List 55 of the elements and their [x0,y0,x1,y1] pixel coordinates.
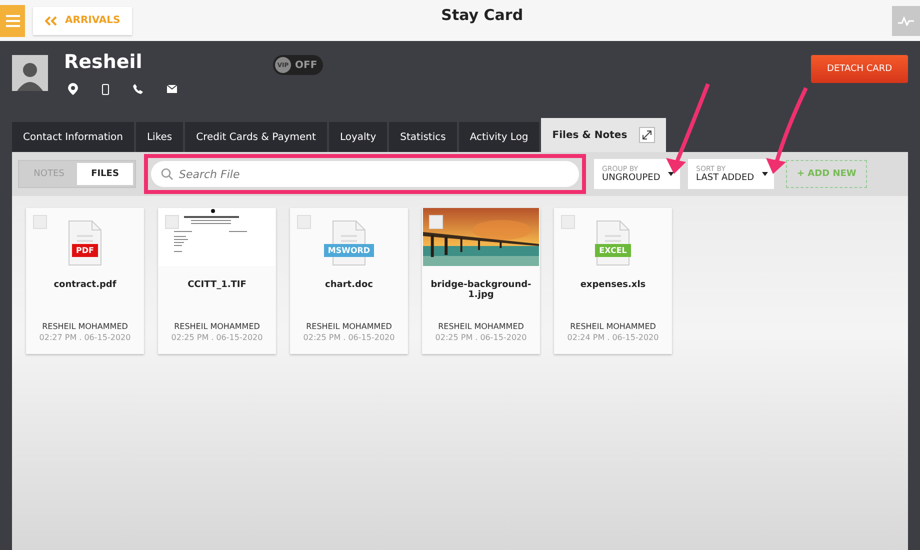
page-title: Stay Card [440,6,524,24]
file-type-badge: MSWORD [324,244,374,257]
file-name: bridge-background-1.jpg [430,280,532,302]
view-toggle-button[interactable]: FILES [77,163,133,185]
tab[interactable]: Contact Information [12,122,134,152]
file-timestamp: 02:24 PM . 06-15-2020 [567,333,659,342]
tab[interactable]: Likes [136,122,184,152]
menu-button[interactable] [0,4,25,36]
checkbox[interactable] [429,215,443,229]
mail-icon[interactable] [167,85,177,93]
checkbox[interactable] [297,215,311,229]
location-pin-icon[interactable] [68,83,78,95]
file-owner: RESHEIL MOHAMMED [306,322,392,331]
checkbox[interactable] [33,215,47,229]
checkbox[interactable] [165,215,179,229]
file-timestamp: 02:25 PM . 06-15-2020 [171,333,263,342]
tab[interactable]: Statistics [389,122,457,152]
file-timestamp: 02:27 PM . 06-15-2020 [39,333,131,342]
mobile-phone-icon[interactable] [102,84,109,94]
double-chevron-icon [45,16,57,26]
activity-button[interactable] [892,6,920,36]
phone-icon[interactable] [133,84,143,94]
file-name: chart.doc [324,280,374,292]
file-timestamp: 02:25 PM . 06-15-2020 [435,333,527,342]
file-owner: RESHEIL MOHAMMED [570,322,656,331]
checkbox[interactable] [561,215,575,229]
guest-name: Resheil [64,51,144,73]
file-name: contract.pdf [52,280,118,292]
detach-card-button[interactable]: DETACH CARD [811,55,908,83]
pulse-icon [898,16,914,26]
file-type-badge: EXCEL [595,244,631,257]
caret-icon [762,172,768,176]
file-owner: RESHEIL MOHAMMED [438,322,524,331]
tab[interactable]: Loyalty [328,122,388,152]
file-timestamp: 02:25 PM . 06-15-2020 [303,333,395,342]
file-owner: RESHEIL MOHAMMED [42,322,128,331]
file-card[interactable]: EXCEL expenses.xls RESHEIL MOHAMMED 02:24 PM . 06-15-2020 [554,208,672,354]
tab[interactable]: Activity Log [458,122,540,152]
file-name: expenses.xls [579,280,647,292]
file-owner: RESHEIL MOHAMMED [174,322,260,331]
file-type-badge: PDF [72,244,98,257]
file-card[interactable]: MSWORD chart.doc RESHEIL MOHAMMED 02:25 PM . 06-15-2020 [290,208,408,354]
file-card[interactable]: PDF contract.pdf RESHEIL MOHAMMED 02:27 PM . 06-15-2020 [26,208,144,354]
vip-state: OFF [295,60,318,70]
tab[interactable]: Files & Notes [541,118,666,152]
menu-icon [6,14,20,26]
caret-icon [668,172,674,176]
avatar [12,55,48,91]
tab[interactable]: Credit Cards & Payment [185,122,327,152]
search-icon [161,168,173,180]
file-card[interactable]: bridge-background-1.jpg RESHEIL MOHAMMED 02:25 PM . 06-15-2020 [422,208,540,354]
expand-icon[interactable] [639,127,656,143]
search-field[interactable]: Search File [151,161,579,187]
file-card[interactable]: CCITT_1.TIF RESHEIL MOHAMMED 02:25 PM . 06-15-2020 [158,208,276,354]
file-name: CCITT_1.TIF [186,280,248,292]
